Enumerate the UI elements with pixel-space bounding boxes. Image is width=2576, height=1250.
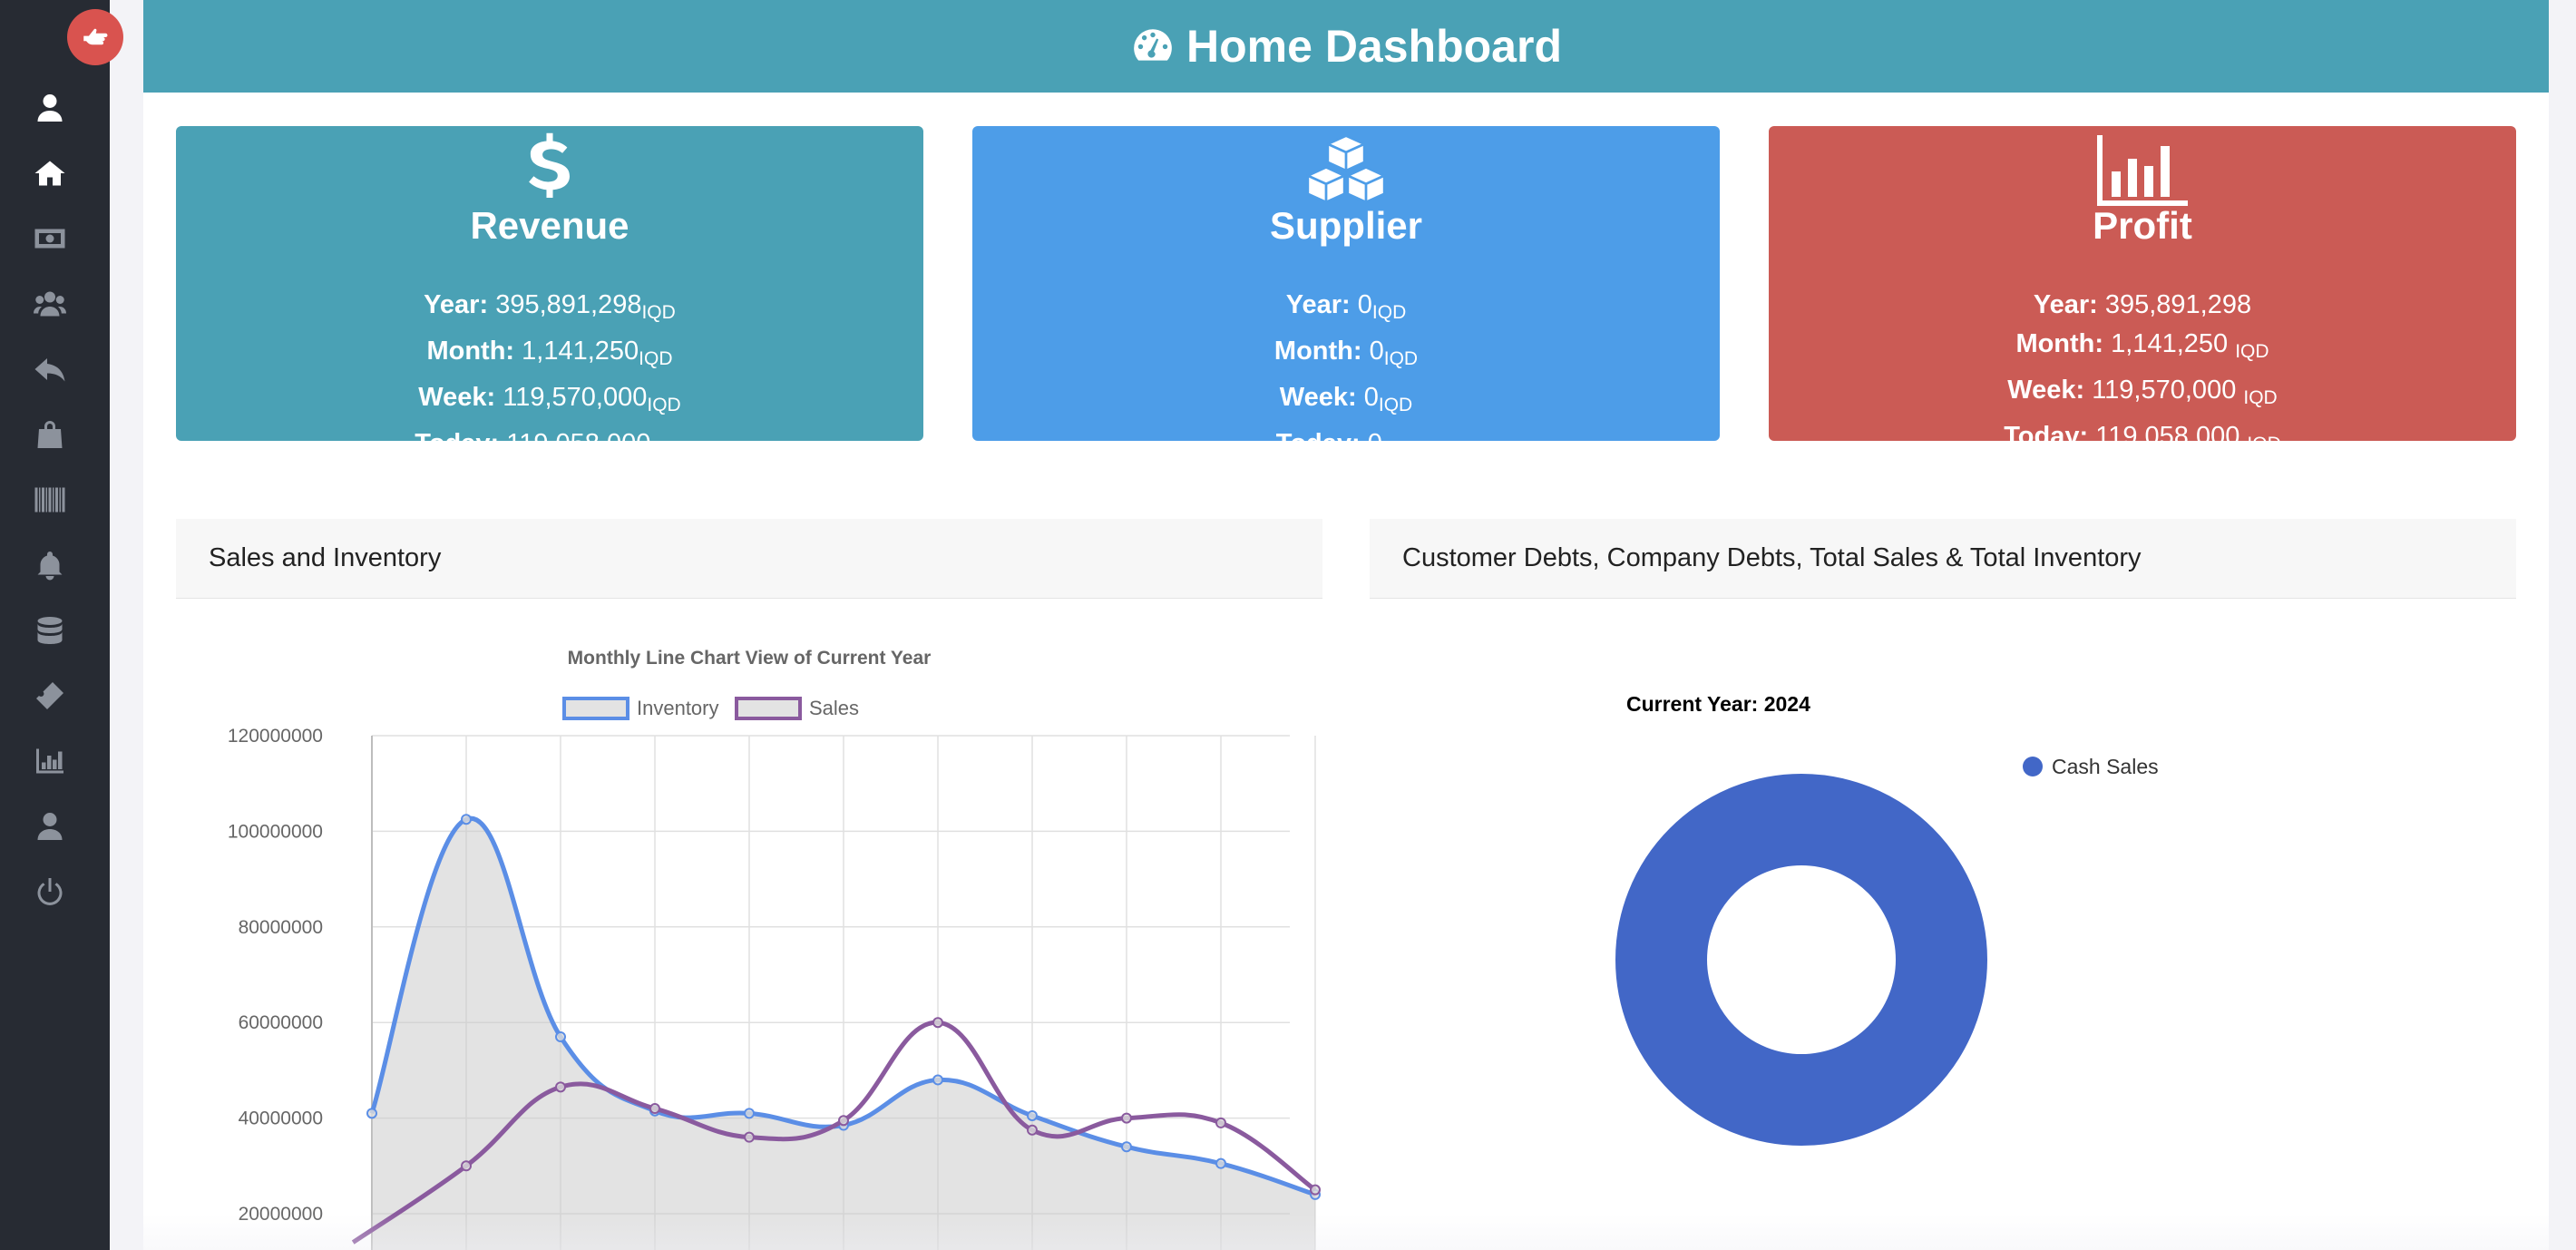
sidebar-item-tickets[interactable] — [27, 673, 73, 718]
revenue-today-row: Today: 119,058,000IQD — [415, 429, 685, 462]
profit-week-row: Week: 119,570,000 IQD — [2007, 376, 2278, 408]
bar-chart-icon — [1769, 130, 2516, 213]
sidebar-item-notifications[interactable] — [27, 542, 73, 588]
money-icon — [34, 229, 65, 249]
debts-sales-panel-title: Customer Debts, Company Debts, Total Sal… — [1370, 519, 2516, 599]
series-point-sales — [1215, 1117, 1226, 1128]
supplier-today-row: Today: 0IQD — [1275, 429, 1417, 462]
series-point-sales — [1121, 1112, 1132, 1124]
home-icon — [34, 161, 65, 186]
cubes-icon — [972, 130, 1720, 213]
revenue-title: Revenue — [470, 204, 629, 247]
page-header: Home Dashboard — [143, 0, 2549, 93]
series-point-sales — [1310, 1184, 1321, 1196]
series-point-sales — [932, 1017, 943, 1029]
sidebar-item-barcode[interactable] — [27, 477, 73, 522]
y-tick-label: 60000000 — [239, 1012, 323, 1033]
revenue-month-row: Month: 1,141,250IQD — [426, 337, 673, 369]
series-point-inventory — [1027, 1109, 1038, 1121]
profit-month-row: Month: 1,141,250 IQD — [2015, 329, 2269, 362]
y-tick-label: 80000000 — [239, 917, 323, 938]
dollar-icon — [176, 130, 923, 213]
series-point-sales — [838, 1115, 849, 1127]
bottom-shadow — [143, 1214, 2549, 1250]
legend-label-inventory: Inventory — [637, 697, 719, 719]
hand-point-right-icon — [83, 28, 108, 45]
series-point-inventory — [1215, 1157, 1226, 1169]
bell-icon — [37, 552, 63, 581]
series-point-sales — [744, 1131, 755, 1143]
series-point-sales — [461, 1160, 472, 1172]
sidebar-item-customers[interactable] — [27, 281, 73, 327]
user-icon — [37, 813, 63, 840]
series-point-inventory — [555, 1031, 566, 1043]
doughnut-chart: Current Year: 2024 Cash Sales — [1615, 692, 2159, 1146]
ticket-icon — [36, 682, 63, 709]
supplier-month-row: Month: 0IQD — [1273, 337, 1419, 369]
series-point-inventory — [744, 1108, 755, 1119]
profit-title: Profit — [2093, 204, 2192, 247]
sidebar-item-database[interactable] — [27, 608, 73, 653]
debts-sales-panel: Customer Debts, Company Debts, Total Sal… — [1370, 519, 2516, 1250]
sidebar-item-users[interactable] — [27, 804, 73, 849]
barcode-icon — [34, 487, 65, 513]
sidebar — [0, 0, 123, 1250]
user-icon — [37, 94, 63, 122]
revenue-week-row: Week: 119,570,000IQD — [418, 383, 681, 415]
power-icon — [37, 878, 63, 905]
page-title: Home Dashboard — [1186, 21, 1562, 72]
y-tick-label: 100000000 — [228, 821, 323, 842]
supplier-year-row: Year: 0IQD — [1285, 290, 1407, 323]
legend-swatch-cash-sales — [2023, 757, 2043, 776]
y-tick-label: 40000000 — [239, 1108, 323, 1129]
sidebar-toggle-button[interactable] — [67, 9, 123, 65]
series-point-inventory — [1121, 1141, 1132, 1153]
profit-card: Profit Year: 395,891,298 Month: 1,141,25… — [1769, 126, 2516, 454]
supplier-card: Supplier Year: 0IQD Month: 0IQD Week: 0I… — [972, 126, 1720, 462]
sales-inventory-panel: Sales and Inventory Monthly Line Chart V… — [176, 519, 1322, 1250]
sales-inventory-panel-title: Sales and Inventory — [176, 519, 1322, 599]
sidebar-item-home[interactable] — [27, 151, 73, 196]
profit-today-row: Today: 119,058,000 IQD — [2004, 422, 2281, 454]
doughnut-slice-cash-sales — [1615, 774, 1987, 1146]
supplier-week-row: Week: 0IQD — [1279, 383, 1413, 415]
chart-title: Monthly Line Chart View of Current Year — [568, 648, 932, 669]
shopping-bag-icon — [37, 421, 63, 448]
series-point-inventory — [461, 814, 472, 825]
y-tick-label: 120000000 — [228, 726, 323, 747]
sidebar-item-logout[interactable] — [27, 869, 73, 914]
legend-label-cash-sales: Cash Sales — [2052, 755, 2159, 778]
sidebar-item-reports[interactable] — [27, 738, 73, 784]
database-icon — [37, 617, 63, 644]
supplier-title: Supplier — [1269, 204, 1423, 247]
line-chart: Monthly Line Chart View of Current Year I… — [228, 648, 1321, 1250]
sidebar-item-profile[interactable] — [27, 85, 73, 131]
main-content: Home Dashboard Revenue Year: 395,891,298… — [143, 0, 2549, 1250]
profit-year-row: Year: 395,891,298 — [2033, 290, 2252, 319]
tachometer-icon — [1134, 29, 1172, 61]
series-point-sales — [1027, 1124, 1038, 1136]
revenue-year-row: Year: 395,891,298IQD — [424, 290, 676, 323]
reply-icon — [34, 358, 65, 382]
legend-swatch-sales — [735, 697, 802, 720]
series-point-inventory — [366, 1108, 377, 1119]
chart-title: Current Year: 2024 — [1626, 692, 1810, 716]
sidebar-item-cash[interactable] — [27, 216, 73, 261]
legend-swatch-inventory — [562, 697, 629, 720]
bar-chart-icon — [36, 748, 63, 774]
revenue-card: Revenue Year: 395,891,298IQD Month: 1,14… — [176, 126, 923, 462]
series-point-sales — [555, 1081, 566, 1093]
sidebar-item-returns[interactable] — [27, 347, 73, 392]
users-icon — [34, 291, 66, 317]
series-point-sales — [649, 1103, 660, 1115]
series-point-inventory — [932, 1074, 943, 1086]
sidebar-item-purchases[interactable] — [27, 412, 73, 457]
legend-label-sales: Sales — [809, 697, 859, 719]
